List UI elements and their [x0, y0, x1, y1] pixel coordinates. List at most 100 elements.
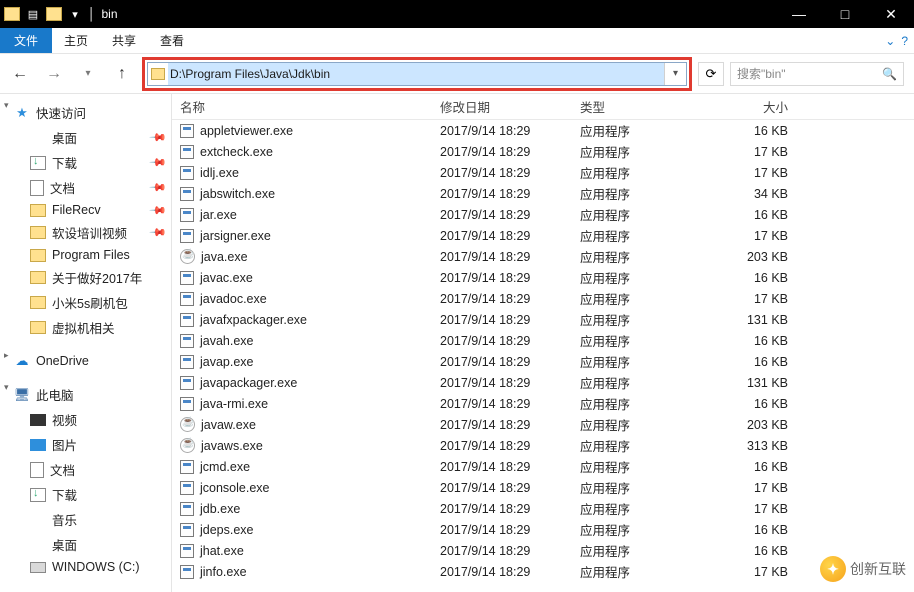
- sidebar-item[interactable]: 桌面: [0, 532, 171, 557]
- file-size: 16 KB: [692, 397, 802, 411]
- file-date: 2017/9/14 18:29: [432, 292, 572, 306]
- pin-icon: 📌: [149, 153, 168, 172]
- search-icon[interactable]: 🔍: [882, 67, 897, 81]
- file-row[interactable]: jarsigner.exe 2017/9/14 18:29 应用程序 17 KB: [172, 225, 914, 246]
- forward-button[interactable]: →: [40, 60, 68, 88]
- ribbon-tab-view[interactable]: 查看: [148, 28, 196, 53]
- file-row[interactable]: jconsole.exe 2017/9/14 18:29 应用程序 17 KB: [172, 477, 914, 498]
- address-bar[interactable]: D:\Program Files\Java\Jdk\bin ▾: [147, 62, 687, 86]
- file-size: 16 KB: [692, 124, 802, 138]
- caret-icon[interactable]: ▾: [4, 382, 9, 393]
- file-size: 17 KB: [692, 145, 802, 159]
- file-type: 应用程序: [572, 415, 692, 434]
- star-icon: ★: [14, 105, 30, 121]
- sidebar-item[interactable]: 下载: [0, 482, 171, 507]
- file-row[interactable]: javap.exe 2017/9/14 18:29 应用程序 16 KB: [172, 351, 914, 372]
- file-row[interactable]: javaws.exe 2017/9/14 18:29 应用程序 313 KB: [172, 435, 914, 456]
- window-icon-folder: [4, 7, 20, 21]
- file-row[interactable]: javadoc.exe 2017/9/14 18:29 应用程序 17 KB: [172, 288, 914, 309]
- file-size: 17 KB: [692, 502, 802, 516]
- address-dropdown-icon[interactable]: ▾: [664, 63, 686, 85]
- file-row[interactable]: javapackager.exe 2017/9/14 18:29 应用程序 13…: [172, 372, 914, 393]
- file-date: 2017/9/14 18:29: [432, 250, 572, 264]
- file-icon: [180, 523, 194, 537]
- folder-icon: [30, 204, 46, 217]
- onedrive-header[interactable]: ☁ OneDrive: [0, 350, 171, 372]
- file-row[interactable]: javafxpackager.exe 2017/9/14 18:29 应用程序 …: [172, 309, 914, 330]
- quick-access-header[interactable]: ★ 快速访问: [0, 100, 171, 125]
- back-button[interactable]: ←: [6, 60, 34, 88]
- file-row[interactable]: jinfo.exe 2017/9/14 18:29 应用程序 17 KB: [172, 561, 914, 582]
- file-type: 应用程序: [572, 373, 692, 392]
- ribbon-bar: 文件 主页 共享 查看 ⌄ ?: [0, 28, 914, 54]
- sidebar-item[interactable]: 文档: [0, 457, 171, 482]
- file-row[interactable]: jdb.exe 2017/9/14 18:29 应用程序 17 KB: [172, 498, 914, 519]
- sidebar-item[interactable]: 虚拟机相关: [0, 315, 171, 340]
- sidebar-item[interactable]: Program Files: [0, 245, 171, 265]
- sidebar-item[interactable]: 桌面 📌: [0, 125, 171, 150]
- column-name[interactable]: 名称: [172, 97, 432, 116]
- up-button[interactable]: ↑: [108, 60, 136, 88]
- caret-icon[interactable]: ▸: [4, 350, 9, 361]
- file-row[interactable]: java.exe 2017/9/14 18:29 应用程序 203 KB: [172, 246, 914, 267]
- qat-folder-icon[interactable]: [46, 7, 62, 21]
- file-row[interactable]: javac.exe 2017/9/14 18:29 应用程序 16 KB: [172, 267, 914, 288]
- file-row[interactable]: jabswitch.exe 2017/9/14 18:29 应用程序 34 KB: [172, 183, 914, 204]
- ribbon-tab-share[interactable]: 共享: [100, 28, 148, 53]
- recent-dropdown-icon[interactable]: ▾: [74, 60, 102, 88]
- file-type: 应用程序: [572, 268, 692, 287]
- ribbon-tab-home[interactable]: 主页: [52, 28, 100, 53]
- file-name: appletviewer.exe: [200, 124, 293, 138]
- file-icon: [180, 397, 194, 411]
- refresh-button[interactable]: ⟳: [698, 62, 724, 86]
- sidebar-item[interactable]: FileRecv 📌: [0, 200, 171, 220]
- close-button[interactable]: ✕: [868, 0, 914, 28]
- sidebar-item[interactable]: 图片: [0, 432, 171, 457]
- ribbon-expand-icon[interactable]: ⌄: [885, 34, 895, 48]
- address-path[interactable]: D:\Program Files\Java\Jdk\bin: [168, 63, 664, 85]
- sidebar-item[interactable]: 音乐: [0, 507, 171, 532]
- pin-icon: 📌: [149, 201, 168, 220]
- maximize-button[interactable]: □: [822, 0, 868, 28]
- qat-properties-icon[interactable]: ▤: [24, 5, 42, 23]
- sidebar-item[interactable]: 文档 📌: [0, 175, 171, 200]
- file-type: 应用程序: [572, 310, 692, 329]
- column-date[interactable]: 修改日期: [432, 97, 572, 116]
- file-name: java-rmi.exe: [200, 397, 268, 411]
- column-size[interactable]: 大小: [692, 97, 802, 116]
- file-row[interactable]: appletviewer.exe 2017/9/14 18:29 应用程序 16…: [172, 120, 914, 141]
- minimize-button[interactable]: —: [776, 0, 822, 28]
- file-icon: [180, 208, 194, 222]
- sidebar-item[interactable]: 下载 📌: [0, 150, 171, 175]
- file-tab[interactable]: 文件: [0, 28, 52, 53]
- sidebar-item[interactable]: 小米5s刷机包: [0, 290, 171, 315]
- file-date: 2017/9/14 18:29: [432, 481, 572, 495]
- file-date: 2017/9/14 18:29: [432, 166, 572, 180]
- file-type: 应用程序: [572, 226, 692, 245]
- file-row[interactable]: jdeps.exe 2017/9/14 18:29 应用程序 16 KB: [172, 519, 914, 540]
- folder-icon: [30, 226, 46, 239]
- sidebar-item[interactable]: 视频: [0, 407, 171, 432]
- sidebar-item[interactable]: WINDOWS (C:): [0, 557, 171, 577]
- sidebar-item[interactable]: 关于做好2017年: [0, 265, 171, 290]
- caret-icon[interactable]: ▾: [4, 100, 9, 111]
- this-pc-header[interactable]: 🖥 此电脑: [0, 382, 171, 407]
- search-input[interactable]: 搜索"bin" 🔍: [730, 62, 904, 86]
- navigation-pane[interactable]: ▾ ★ 快速访问 桌面 📌 下载 📌 文档 📌 FileRecv 📌 软设培训视…: [0, 94, 172, 592]
- file-row[interactable]: extcheck.exe 2017/9/14 18:29 应用程序 17 KB: [172, 141, 914, 162]
- ribbon-help-icon[interactable]: ?: [901, 34, 908, 48]
- sidebar-item[interactable]: 软设培训视频 📌: [0, 220, 171, 245]
- file-row[interactable]: jhat.exe 2017/9/14 18:29 应用程序 16 KB: [172, 540, 914, 561]
- file-row[interactable]: jcmd.exe 2017/9/14 18:29 应用程序 16 KB: [172, 456, 914, 477]
- file-row[interactable]: javah.exe 2017/9/14 18:29 应用程序 16 KB: [172, 330, 914, 351]
- folder-icon: [30, 249, 46, 262]
- music-icon: [30, 512, 46, 528]
- file-row[interactable]: javaw.exe 2017/9/14 18:29 应用程序 203 KB: [172, 414, 914, 435]
- file-list[interactable]: 名称 修改日期 类型 大小 appletviewer.exe 2017/9/14…: [172, 94, 914, 592]
- qat-dropdown-icon[interactable]: ▾: [66, 5, 84, 23]
- file-row[interactable]: idlj.exe 2017/9/14 18:29 应用程序 17 KB: [172, 162, 914, 183]
- file-row[interactable]: java-rmi.exe 2017/9/14 18:29 应用程序 16 KB: [172, 393, 914, 414]
- file-date: 2017/9/14 18:29: [432, 502, 572, 516]
- column-type[interactable]: 类型: [572, 97, 692, 116]
- file-row[interactable]: jar.exe 2017/9/14 18:29 应用程序 16 KB: [172, 204, 914, 225]
